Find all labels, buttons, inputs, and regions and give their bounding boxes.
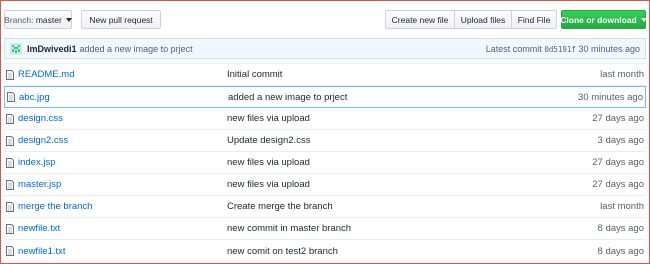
new-pull-request-button[interactable]: New pull request bbox=[81, 10, 161, 29]
file-commit-message-link[interactable]: added a new image to prject bbox=[228, 92, 347, 103]
file-commit-message-link[interactable]: new commit in master branch bbox=[227, 223, 351, 234]
caret-down-icon bbox=[65, 17, 72, 22]
latest-commit-label: Latest commit bbox=[485, 43, 542, 54]
commit-author-link[interactable]: ImDwivedi1 bbox=[27, 44, 77, 54]
file-commit-age: last month bbox=[600, 201, 644, 212]
file-row: abc.jpg added a new image to prject 30 m… bbox=[4, 86, 646, 108]
latest-commit-bar: ImDwivedi1 added a new image to prject L… bbox=[4, 38, 646, 59]
upload-files-button[interactable]: Upload files bbox=[454, 10, 512, 29]
file-list: README.md Initial commit last month abc.… bbox=[4, 63, 646, 260]
file-icon bbox=[6, 223, 14, 234]
repo-toolbar: Branch: master New pull request Create n… bbox=[4, 6, 647, 31]
file-commit-age: last month bbox=[600, 69, 644, 80]
file-icon bbox=[6, 113, 14, 124]
file-commit-age: 30 minutes ago bbox=[578, 91, 643, 103]
file-commit-age: 3 days ago bbox=[597, 135, 644, 146]
file-name-link[interactable]: design2.css bbox=[18, 135, 223, 146]
file-commit-age: 27 days ago bbox=[592, 157, 644, 168]
clone-or-download-button[interactable]: Clone or download bbox=[560, 10, 647, 29]
caret-down-icon bbox=[640, 17, 647, 22]
file-name-link[interactable]: design.css bbox=[18, 113, 223, 124]
file-name-link[interactable]: abc.jpg bbox=[19, 92, 224, 103]
branch-select-button[interactable]: Branch: master bbox=[4, 10, 72, 29]
file-name-link[interactable]: newfile1.txt bbox=[18, 246, 223, 257]
file-commit-message-link[interactable]: Create merge the branch bbox=[227, 201, 333, 212]
file-commit-age: 8 days ago bbox=[597, 223, 644, 234]
file-row: design.css new files via upload 27 days … bbox=[4, 108, 646, 130]
file-name-link[interactable]: newfile.txt bbox=[18, 223, 223, 234]
file-icon bbox=[6, 246, 14, 256]
file-icon bbox=[6, 157, 14, 168]
file-row: design2.css Update design2.css 3 days ag… bbox=[4, 130, 646, 152]
branch-prefix-label: Branch: bbox=[4, 14, 34, 25]
file-name-link[interactable]: index.jsp bbox=[18, 157, 223, 168]
file-icon bbox=[6, 69, 14, 80]
file-commit-message-link[interactable]: new files via upload bbox=[227, 113, 310, 124]
file-commit-age: 27 days ago bbox=[592, 113, 644, 124]
file-name-link[interactable]: master.jsp bbox=[18, 179, 223, 190]
create-new-file-button[interactable]: Create new file bbox=[385, 10, 455, 29]
file-row: master.jsp new files via upload 27 days … bbox=[4, 174, 646, 196]
file-row: newfile.txt new commit in master branch … bbox=[4, 218, 646, 240]
latest-commit-info: Latest commit 0d5191f 30 minutes ago bbox=[486, 44, 640, 54]
file-row: newfile1.txt new comit on test2 branch 8… bbox=[4, 240, 646, 262]
file-name-link[interactable]: README.md bbox=[18, 69, 223, 80]
commit-age: 30 minutes ago bbox=[578, 43, 640, 54]
commit-message-link[interactable]: added a new image to prject bbox=[80, 44, 193, 54]
clone-or-download-label: Clone or download bbox=[560, 14, 637, 25]
find-file-button[interactable]: Find File bbox=[511, 10, 557, 29]
file-row: README.md Initial commit last month bbox=[4, 64, 646, 86]
file-commit-message-link[interactable]: new comit on test2 branch bbox=[227, 246, 338, 257]
file-icon bbox=[6, 201, 14, 212]
branch-value-label: master bbox=[35, 14, 62, 25]
user-avatar-icon[interactable] bbox=[10, 42, 22, 55]
file-icon bbox=[6, 135, 14, 146]
file-name-link[interactable]: merge the branch bbox=[18, 201, 223, 212]
file-row: merge the branch Create merge the branch… bbox=[4, 196, 646, 218]
file-commit-message-link[interactable]: new files via upload bbox=[227, 179, 310, 190]
file-row: index.jsp new files via upload 27 days a… bbox=[4, 152, 646, 174]
file-commit-message-link[interactable]: new files via upload bbox=[227, 157, 310, 168]
file-icon bbox=[7, 92, 15, 102]
file-commit-age: 27 days ago bbox=[592, 179, 644, 190]
file-commit-message-link[interactable]: Initial commit bbox=[227, 69, 282, 80]
file-commit-message-link[interactable]: Update design2.css bbox=[227, 135, 310, 146]
file-icon bbox=[6, 179, 14, 190]
commit-sha-link[interactable]: 0d5191f bbox=[544, 45, 576, 54]
file-commit-age: 8 days ago bbox=[597, 245, 644, 257]
